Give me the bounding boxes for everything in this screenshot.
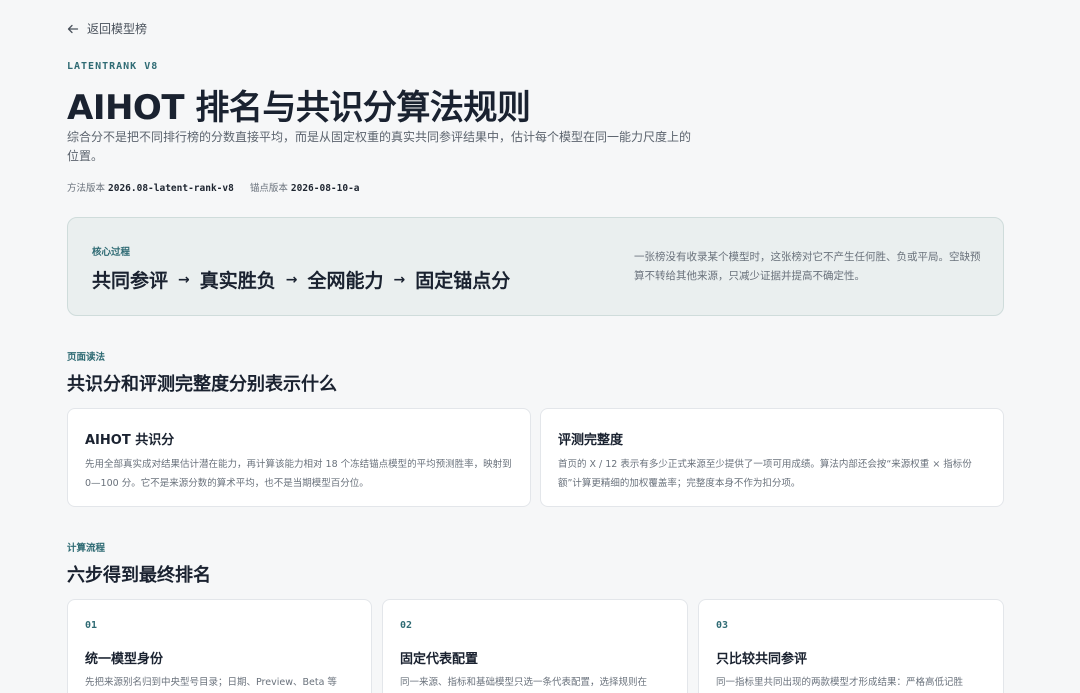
card-title: AIHOT 共识分 [85, 433, 175, 448]
step-number: 01 [85, 620, 98, 631]
back-link-label: 返回模型榜 [87, 22, 148, 36]
core-process-flow: 共同参评 → 真实胜负 → 全网能力 → 固定锚点分 [92, 266, 510, 293]
core-process-panel: 核心过程 共同参评 → 真实胜负 → 全网能力 → 固定锚点分 一张榜没有收录某… [67, 217, 1004, 316]
back-to-leaderboard-link[interactable]: 返回模型榜 [67, 20, 147, 37]
step-title: 只比较共同参评 [716, 652, 808, 667]
page-subtitle: 综合分不是把不同排行榜的分数直接平均，而是从固定权重的真实共同参评结果中，估计每… [67, 130, 692, 163]
arrow-right-icon: → [178, 271, 190, 288]
consensus-score-card: AIHOT 共识分 先用全部真实成对结果估计潜在能力，再计算该能力相对 18 个… [67, 408, 531, 507]
method-version-value: 2026.08-latent-rank-v8 [108, 183, 234, 194]
anchor-version-label: 锚点版本 [249, 183, 288, 194]
anchor-version-value: 2026-08-10-a [290, 183, 360, 194]
step-body: 同一来源、指标和基础模型只选一条代表配置，选择规则在 [400, 677, 648, 688]
process-section-title: 六步得到最终排名 [67, 565, 211, 586]
step-title: 固定代表配置 [400, 652, 479, 667]
page-title: AIHOT 排名与共识分算法规则 [67, 88, 531, 128]
reading-section-eyebrow: 页面读法 [67, 352, 106, 363]
core-process-note: 一张榜没有收录某个模型时，这张榜对它不产生任何胜、负或平局。空缺预算不转给其他来… [634, 251, 981, 282]
reading-section-title: 共识分和评测完整度分别表示什么 [67, 374, 337, 395]
step-card: 01 统一模型身份 先把来源别名归到中央型号目录；日期、Preview、Beta… [67, 599, 372, 693]
anchor-version: 锚点版本 2026-08-10-a [250, 180, 360, 194]
arrow-left-icon [67, 24, 79, 33]
step-number: 03 [716, 620, 729, 631]
header-eyebrow: LATENTRANK V8 [67, 61, 159, 72]
card-body: 先用全部真实成对结果估计潜在能力，再计算该能力相对 18 个冻结锚点模型的平均预… [85, 459, 512, 489]
step-title: 统一模型身份 [85, 652, 164, 667]
arrow-right-icon: → [285, 271, 298, 288]
step-card: 02 固定代表配置 同一来源、指标和基础模型只选一条代表配置，选择规则在 [382, 599, 688, 693]
card-title: 评测完整度 [558, 433, 624, 448]
step-card: 03 只比较共同参评 同一指标里共同出现的两款模型才形成结果：严格高低记胜 [698, 599, 1004, 693]
flow-step: 固定锚点分 [415, 270, 511, 292]
step-number: 02 [400, 620, 413, 631]
core-process-label: 核心过程 [92, 247, 131, 258]
arrow-right-icon: → [393, 271, 406, 288]
version-info: 方法版本 2026.08-latent-rank-v8 锚点版本 2026-08-1… [67, 180, 360, 194]
step-body: 同一指标里共同出现的两款模型才形成结果：严格高低记胜 [716, 677, 964, 688]
process-section-eyebrow: 计算流程 [67, 543, 106, 554]
step-body: 先把来源别名归到中央型号目录；日期、Preview、Beta 等 [85, 677, 337, 688]
flow-step: 共同参评 [92, 270, 169, 292]
flow-step: 全网能力 [307, 270, 384, 292]
completeness-card: 评测完整度 首页的 X / 12 表示有多少正式来源至少提供了一项可用成绩。算法… [540, 408, 1004, 507]
method-version: 方法版本 2026.08-latent-rank-v8 [67, 180, 234, 194]
method-version-label: 方法版本 [67, 183, 106, 194]
flow-step: 真实胜负 [199, 270, 276, 292]
card-body: 首页的 X / 12 表示有多少正式来源至少提供了一项可用成绩。算法内部还会按“… [558, 459, 972, 489]
